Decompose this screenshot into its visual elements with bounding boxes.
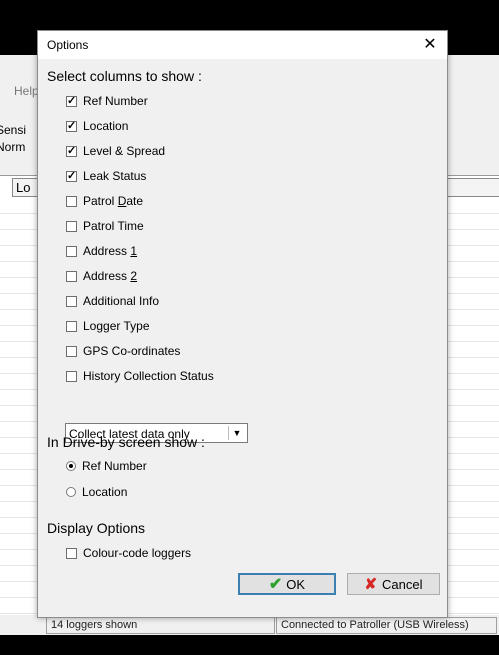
bottom-black-area — [0, 635, 499, 655]
column-header-label: Lo — [16, 180, 31, 195]
radio-label: Ref Number — [82, 459, 147, 473]
checkbox-ref-number[interactable]: Ref Number — [66, 93, 148, 109]
ok-button-label: OK — [286, 576, 306, 592]
options-dialog: Options ✕ Select columns to show : Ref N… — [37, 30, 448, 618]
checkbox-address-2[interactable]: Address 2 — [66, 268, 137, 284]
checkbox-icon[interactable] — [66, 169, 77, 182]
checkbox-label: Patrol Date — [83, 194, 144, 208]
radio-driveby-ref-number[interactable]: Ref Number — [66, 458, 147, 474]
checkbox-additional-info[interactable]: Additional Info — [66, 293, 159, 309]
checkbox-leak-status[interactable]: Leak Status — [66, 168, 146, 184]
cancel-button-label: Cancel — [382, 576, 423, 592]
ok-button[interactable]: ✔ OK — [238, 573, 336, 595]
checkbox-icon[interactable] — [66, 295, 77, 307]
checkbox-icon[interactable] — [66, 547, 77, 559]
checkbox-patrol-date[interactable]: Patrol Date — [66, 193, 143, 209]
dialog-title: Options — [47, 38, 89, 52]
dialog-titlebar[interactable]: Options ✕ — [38, 31, 447, 59]
checkbox-icon[interactable] — [66, 320, 77, 332]
normal-label: Norm — [0, 140, 26, 154]
checkbox-label: Ref Number — [83, 94, 148, 108]
checkbox-label: Patrol Time — [83, 219, 144, 233]
checkbox-label: Colour-code loggers — [83, 546, 192, 560]
checkbox-icon[interactable] — [66, 270, 77, 282]
checkbox-icon[interactable] — [66, 144, 77, 157]
checkbox-icon[interactable] — [66, 245, 77, 257]
checkbox-logger-type[interactable]: Logger Type — [66, 318, 150, 334]
close-icon[interactable]: ✕ — [413, 31, 447, 59]
status-logger-count: 14 loggers shown — [46, 617, 275, 634]
status-connection: Connected to Patroller (USB Wireless) — [276, 617, 497, 634]
checkbox-level-spread[interactable]: Level & Spread — [66, 143, 165, 159]
checkbox-label: Location — [83, 119, 129, 133]
radio-driveby-location[interactable]: Location — [66, 484, 127, 500]
status-bar: 14 loggers shown Connected to Patroller … — [0, 615, 499, 635]
driveby-section-label: In Drive-by screen show : — [47, 434, 205, 450]
checkbox-patrol-time[interactable]: Patrol Time — [66, 218, 144, 234]
checkbox-colour-code-loggers[interactable]: Colour-code loggers — [66, 545, 191, 561]
checkbox-label: Leak Status — [83, 169, 147, 183]
checkbox-icon[interactable] — [66, 195, 77, 207]
radio-label: Location — [82, 485, 128, 499]
columns-section-label: Select columns to show : — [47, 68, 202, 84]
checkbox-icon[interactable] — [66, 370, 77, 382]
checkbox-label: Address 2 — [83, 269, 138, 283]
dialog-body: Select columns to show : Ref Number Loca… — [38, 59, 447, 617]
checkbox-label: Additional Info — [83, 294, 160, 308]
checkbox-label: GPS Co-ordinates — [83, 344, 181, 358]
checkbox-label: History Collection Status — [83, 369, 214, 383]
checkbox-icon[interactable] — [66, 220, 77, 232]
checkbox-label: Level & Spread — [83, 144, 166, 158]
checkbox-gps-coordinates[interactable]: GPS Co-ordinates — [66, 343, 180, 359]
radio-icon[interactable] — [66, 487, 76, 497]
checkbox-icon[interactable] — [66, 119, 77, 132]
checkbox-label: Logger Type — [83, 319, 150, 333]
sensitivity-label: Sensi — [0, 123, 27, 137]
menu-help[interactable]: Help — [14, 84, 39, 98]
checkbox-icon[interactable] — [66, 345, 77, 357]
checkbox-history-collection-status[interactable]: History Collection Status — [66, 368, 214, 384]
display-options-section-label: Display Options — [47, 520, 146, 536]
checkmark-icon: ✔ — [268, 576, 283, 593]
checkbox-icon[interactable] — [66, 94, 77, 107]
chevron-down-icon[interactable]: ▼ — [228, 426, 245, 440]
checkbox-location[interactable]: Location — [66, 118, 128, 134]
cancel-button[interactable]: ✘ Cancel — [347, 573, 440, 595]
checkbox-label: Address 1 — [83, 244, 138, 258]
checkbox-address-1[interactable]: Address 1 — [66, 243, 137, 259]
radio-icon[interactable] — [66, 461, 76, 471]
cross-icon: ✘ — [364, 576, 378, 593]
